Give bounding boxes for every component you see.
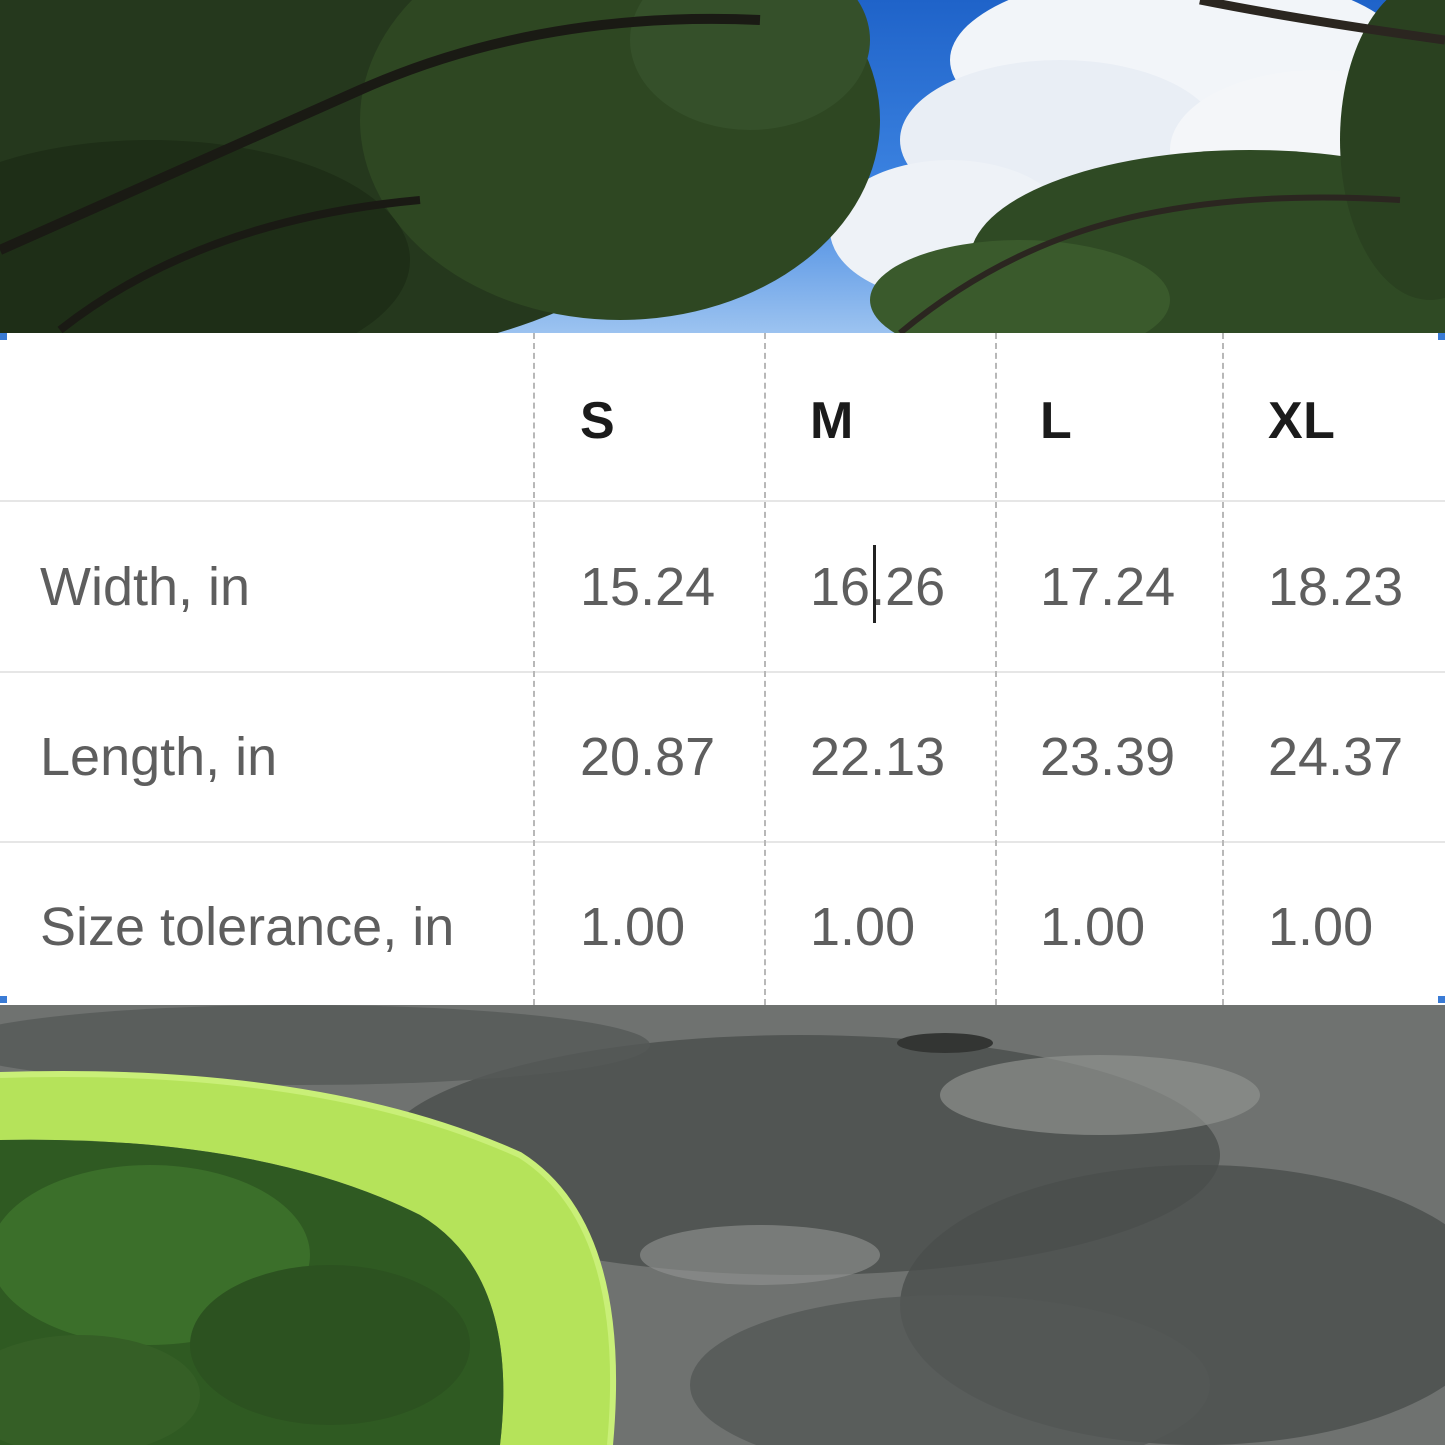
column-header-l[interactable]: L [1040, 391, 1072, 451]
row-label-size-tolerance[interactable]: Size tolerance, in [40, 896, 454, 958]
table-cell[interactable]: 24.37 [1268, 726, 1403, 788]
pavement-planter-graphic [0, 1005, 1445, 1445]
column-header-s[interactable]: S [580, 391, 615, 451]
size-chart-table[interactable]: S M L XL Width, in 15.24 16.26 17.24 18.… [0, 333, 1445, 1005]
table-cell[interactable]: 15.24 [580, 556, 715, 618]
row-divider [0, 500, 1445, 502]
column-divider [533, 333, 535, 1005]
column-header-xl[interactable]: XL [1268, 391, 1335, 451]
table-cell[interactable]: 20.87 [580, 726, 715, 788]
background-photo-ground [0, 1005, 1445, 1445]
row-label-width[interactable]: Width, in [40, 556, 250, 618]
row-label-length[interactable]: Length, in [40, 726, 277, 788]
table-cell[interactable]: 1.00 [1268, 896, 1373, 958]
table-cell[interactable]: 23.39 [1040, 726, 1175, 788]
table-cell-active[interactable]: 16.26 [810, 556, 945, 618]
background-photo-sky [0, 0, 1445, 333]
selection-handle-top-left[interactable] [0, 333, 7, 340]
table-cell[interactable]: 22.13 [810, 726, 945, 788]
selection-handle-bottom-left[interactable] [0, 996, 7, 1003]
column-header-m[interactable]: M [810, 391, 854, 451]
selection-handle-bottom-right[interactable] [1438, 996, 1445, 1003]
selection-handle-top-right[interactable] [1438, 333, 1445, 340]
text-cursor [873, 545, 876, 623]
column-divider [764, 333, 766, 1005]
table-cell[interactable]: 1.00 [1040, 896, 1145, 958]
tree-canopy-graphic [0, 0, 1445, 333]
table-cell[interactable]: 1.00 [810, 896, 915, 958]
row-divider [0, 671, 1445, 673]
row-divider [0, 841, 1445, 843]
table-cell[interactable]: 17.24 [1040, 556, 1175, 618]
table-cell[interactable]: 1.00 [580, 896, 685, 958]
table-cell[interactable]: 18.23 [1268, 556, 1403, 618]
column-divider [995, 333, 997, 1005]
column-divider [1222, 333, 1224, 1005]
